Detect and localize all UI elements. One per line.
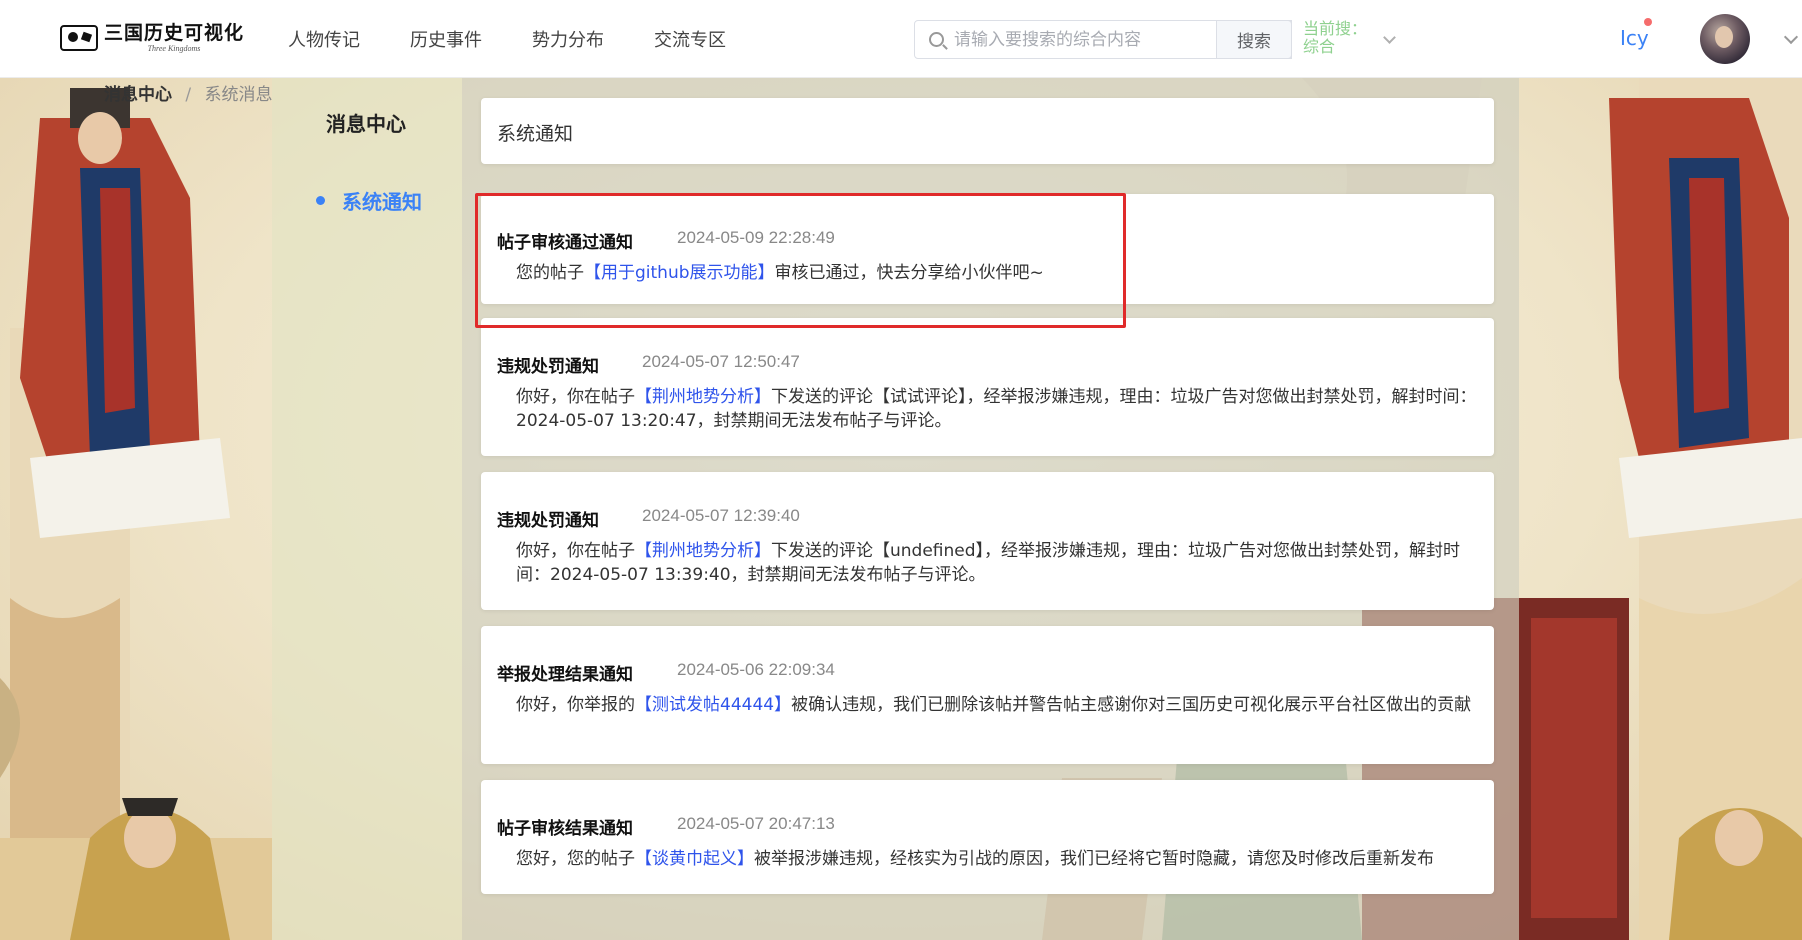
- nav-item-community[interactable]: 交流专区: [654, 26, 726, 52]
- nav-item-territories[interactable]: 势力分布: [532, 26, 604, 52]
- notification-title: 举报处理结果通知: [497, 665, 633, 685]
- right-figure-illustration: [1519, 78, 1802, 940]
- username-link[interactable]: Icy: [1620, 26, 1649, 50]
- notification-body-text: 你好，你在帖子: [516, 541, 635, 561]
- notification-title: 帖子审核结果通知: [497, 819, 633, 839]
- search-button[interactable]: 搜索: [1216, 20, 1292, 59]
- notification-time: 2024-05-07 20:47:13: [677, 814, 835, 833]
- notification-body: 你好，你在帖子【荆州地势分析】下发送的评论【undefined】，经举报涉嫌违规…: [516, 539, 1481, 587]
- notification-body: 您的帖子【用于github展示功能】审核已通过，快去分享给小伙伴吧~: [516, 261, 1481, 285]
- avatar[interactable]: [1700, 14, 1750, 64]
- notification-body: 你好，你举报的【测试发帖44444】被确认违规，我们已删除该帖并警告帖主感谢你对…: [516, 693, 1481, 717]
- notification-body: 您好，您的帖子【谈黄巾起义】被举报涉嫌违规，经核实为引战的原因，我们已经将它暂时…: [516, 847, 1481, 871]
- notification-dot: [1644, 18, 1652, 26]
- post-link[interactable]: 【用于github展示功能】: [584, 263, 775, 283]
- notification-time: 2024-05-06 22:09:34: [677, 660, 835, 679]
- main-nav: 人物传记 历史事件 势力分布 交流专区: [288, 0, 776, 78]
- notification-time: 2024-05-09 22:28:49: [677, 228, 835, 247]
- notification-body-text: 你好，你举报的: [516, 695, 635, 715]
- notification-title: 违规处罚通知: [497, 511, 599, 531]
- breadcrumb-home[interactable]: 消息中心: [104, 85, 172, 105]
- chevron-down-icon[interactable]: [1783, 29, 1799, 45]
- sidebar-item-label: 系统通知: [342, 190, 422, 214]
- notification-title: 违规处罚通知: [497, 357, 599, 377]
- section-header: 系统通知: [481, 98, 1494, 164]
- logo-subtitle: Three Kingdoms: [147, 44, 201, 53]
- search-scope-label: 当前搜：综合: [1303, 19, 1368, 56]
- post-link[interactable]: 【测试发帖44444】: [635, 695, 791, 715]
- nav-item-biographies[interactable]: 人物传记: [288, 26, 360, 52]
- post-link[interactable]: 【荆州地势分析】: [635, 541, 771, 561]
- notification-body-text: 审核已通过，快去分享给小伙伴吧~: [774, 263, 1044, 283]
- notification-card[interactable]: 帖子审核通过通知 2024-05-09 22:28:49 您的帖子【用于gith…: [481, 194, 1494, 304]
- search-input[interactable]: [954, 29, 1254, 50]
- notification-card[interactable]: 举报处理结果通知 2024-05-06 22:09:34 你好，你举报的【测试发…: [481, 626, 1494, 764]
- notification-body-text: 被确认违规，我们已删除该帖并警告帖主感谢你对三国历史可视化展示平台社区做出的贡献: [791, 695, 1472, 715]
- notification-card[interactable]: 违规处罚通知 2024-05-07 12:50:47 你好，你在帖子【荆州地势分…: [481, 318, 1494, 456]
- chevron-down-icon: [1383, 31, 1396, 44]
- notification-body: 你好，你在帖子【荆州地势分析】下发送的评论【试试评论】，经举报涉嫌违规，理由：垃…: [516, 385, 1481, 433]
- notification-time: 2024-05-07 12:50:47: [642, 352, 800, 371]
- section-title: 系统通知: [497, 123, 574, 145]
- sidebar: 消息中心 系统通知: [272, 78, 462, 940]
- notification-card[interactable]: 违规处罚通知 2024-05-07 12:39:40 你好，你在帖子【荆州地势分…: [481, 472, 1494, 610]
- breadcrumb-current: 系统消息: [204, 85, 273, 105]
- notification-body-text: 你好，你在帖子: [516, 387, 635, 407]
- post-link[interactable]: 【荆州地势分析】: [635, 387, 771, 407]
- site-logo[interactable]: 三国历史可视化 Three Kingdoms: [60, 22, 244, 53]
- notification-body-text: 被举报涉嫌违规，经核实为引战的原因，我们已经将它暂时隐藏，请您及时修改后重新发布: [754, 849, 1434, 869]
- active-dot-icon: [316, 196, 325, 205]
- left-figure-illustration: [0, 88, 272, 940]
- top-navigation-bar: 三国历史可视化 Three Kingdoms 人物传记 历史事件 势力分布 交流…: [0, 0, 1802, 78]
- logo-title: 三国历史可视化: [104, 22, 245, 44]
- sidebar-title: 消息中心: [326, 112, 406, 136]
- breadcrumb-separator: /: [185, 85, 192, 105]
- search-scope-select[interactable]: 当前搜：综合: [1303, 20, 1403, 60]
- nav-item-events[interactable]: 历史事件: [410, 26, 482, 52]
- notification-body-text: 您的帖子: [516, 263, 584, 283]
- notification-card[interactable]: 帖子审核结果通知 2024-05-07 20:47:13 您好，您的帖子【谈黄巾…: [481, 780, 1494, 894]
- search-icon: [929, 32, 944, 47]
- notification-panel: 系统通知 帖子审核通过通知 2024-05-09 22:28:49 您的帖子【用…: [462, 78, 1519, 940]
- notification-body-text: 您好，您的帖子: [516, 849, 635, 869]
- breadcrumb: 消息中心 / 系统消息: [104, 80, 273, 105]
- sidebar-item-system-notices[interactable]: 系统通知: [316, 186, 422, 215]
- map-logo-icon: [60, 24, 98, 51]
- notification-time: 2024-05-07 12:39:40: [642, 506, 800, 525]
- notification-title: 帖子审核通过通知: [497, 233, 633, 253]
- post-link[interactable]: 【谈黄巾起义】: [635, 849, 754, 869]
